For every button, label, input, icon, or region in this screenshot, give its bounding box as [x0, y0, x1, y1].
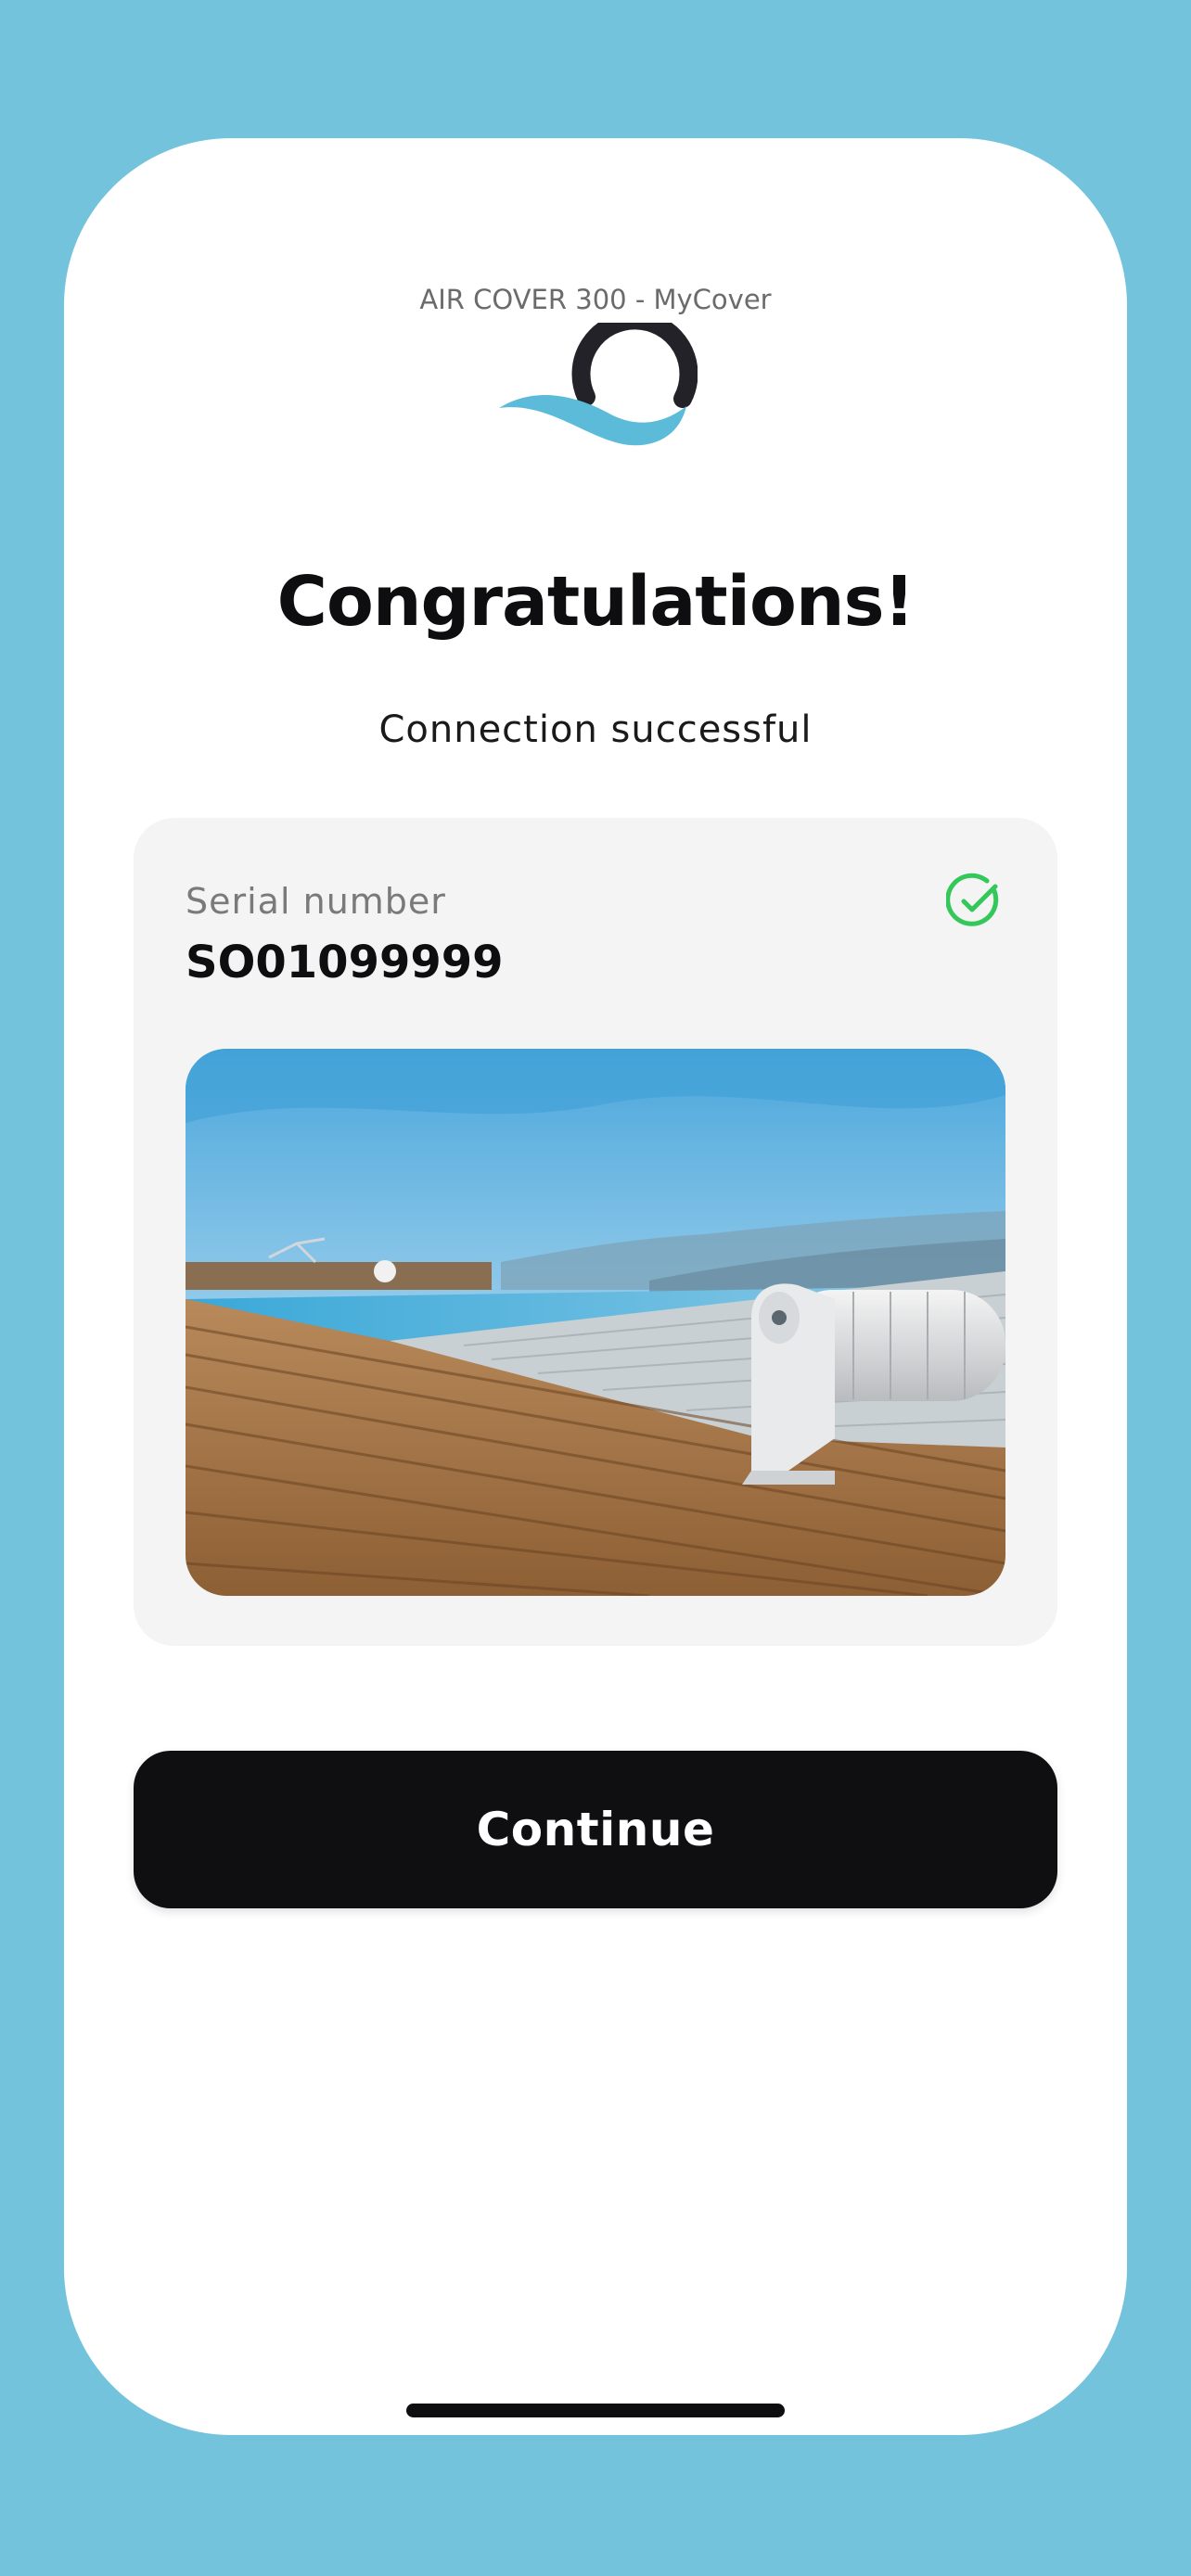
continue-button[interactable]: Continue [134, 1751, 1057, 1908]
serial-number-value: SO01099999 [186, 937, 504, 988]
success-heading: Congratulations! [276, 562, 916, 642]
pool-scene-illustration [186, 1049, 1005, 1596]
device-card: Serial number SO01099999 [134, 818, 1057, 1646]
app-header: AIR COVER 300 - MyCover [64, 287, 1127, 453]
device-model-title: AIR COVER 300 - MyCover [419, 284, 772, 315]
app-screen: AIR COVER 300 - MyCover Congratulations!… [64, 138, 1127, 2435]
home-indicator[interactable] [406, 2404, 785, 2417]
mycover-logo-icon [499, 323, 698, 446]
success-subtitle: Connection successful [378, 708, 813, 751]
serial-number-label: Serial number [186, 881, 446, 922]
pool-cover-photo [186, 1049, 1005, 1596]
check-circle-icon [946, 873, 999, 926]
